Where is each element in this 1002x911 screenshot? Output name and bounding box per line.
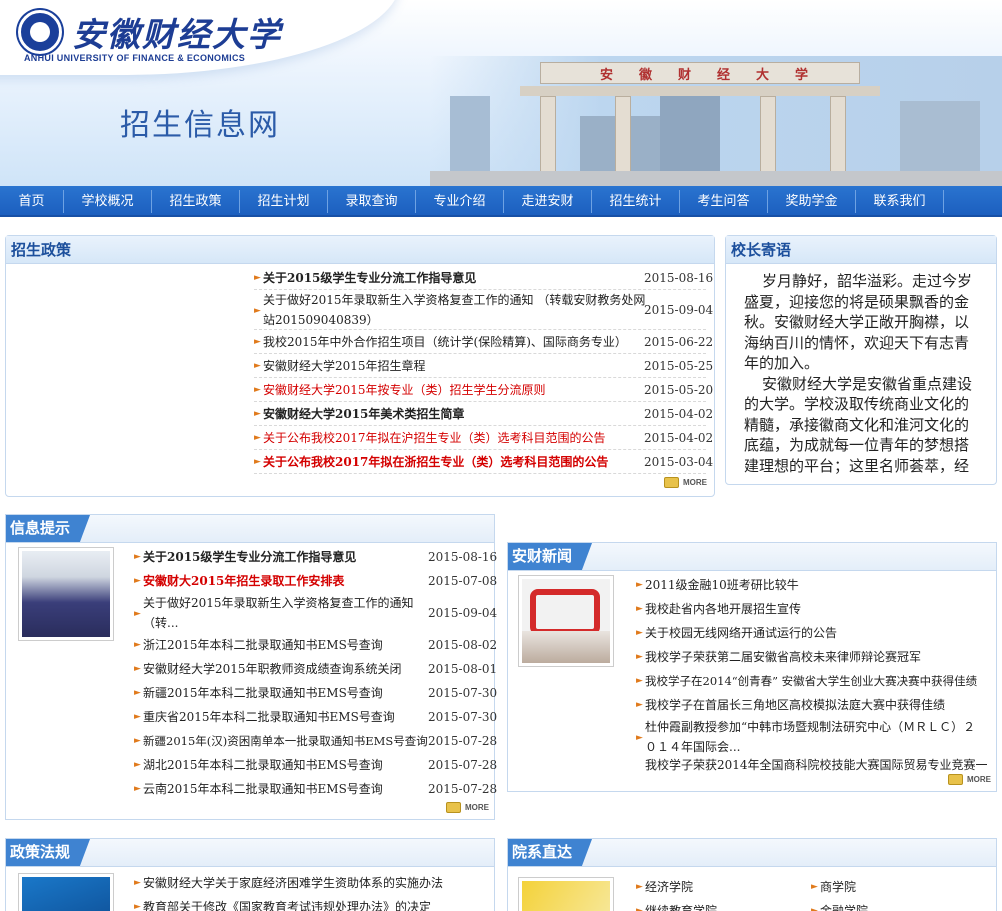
list-item[interactable]: ► 我校学子在2014“创青春” 安徽省大学生创业大赛决赛中获得佳绩 [636,669,991,693]
list-item[interactable]: ► 关于做好2015年录取新生入学资格复查工作的通知 （转载安财教务处网 站2015… [254,290,713,330]
nav-item-about[interactable]: 学校概况 [64,186,151,217]
list-item[interactable]: ► 关于做好2015年录取新生入学资格复查工作的通知 （转... 2015-09-04 [134,593,497,633]
nav-item-majors[interactable]: 专业介绍 [416,186,503,217]
list-item[interactable]: ► 关于公布我校2017年拟在浙招生专业（类）选考科目范围的公告 2015-03-0… [254,450,713,474]
panel-title: 校长寄语 [726,236,996,264]
panel-departments: 院系直达 ► 经济学院 ► 商学院 ► 继续教育学院 ► 金融学院 [507,838,997,911]
list-item[interactable]: ► 我校学子荣获第二届安徽省高校未来律师辩论赛冠军 [636,645,991,669]
nav-item-qa[interactable]: 考生问答 [680,186,767,217]
list-item[interactable]: ► 我校学子在首届长三角地区高校模拟法庭大赛中获得佳绩 [636,693,991,717]
list-item[interactable]: ► 教育部关于修改《国家教育考试违规处理办法》的决定 [134,895,486,911]
panel-title: 院系直达 [508,839,996,867]
list-item[interactable]: ► 关于2015级学生专业分流工作指导意见 2015-08-16 [254,266,713,290]
folder-icon [446,802,461,813]
logo-chinese[interactable]: 安徽财经大学 [72,8,282,56]
campus-gate-image: 安徽财经大学 [430,56,1002,186]
nav-item-statistics[interactable]: 招生统计 [592,186,679,217]
list-item[interactable]: ► 杜仲霞副教授参加“中韩市场暨规制法研究中心（ＭＲＬＣ）２ ０１４年国际会... [636,717,991,757]
list-item[interactable]: ► 新疆2015年本科二批录取通知书EMS号查询 2015-07-30 [134,681,497,705]
nav-item-plan[interactable]: 招生计划 [240,186,327,217]
list-item[interactable]: ► 经济学院 [636,875,806,899]
panel-president-message: 校长寄语 岁月静好，韶华溢彩。走过今岁 盛夏，迎接您的将是硕果飘香的金 秋。安徽… [725,235,997,485]
nav-item-policy[interactable]: 招生政策 [152,186,239,217]
panel-info: 信息提示 ► 关于2015级学生专业分流工作指导意见 2015-08-16 ► 安徽财… [5,514,497,820]
president-message-text: 岁月静好，韶华溢彩。走过今岁 盛夏，迎接您的将是硕果飘香的金 秋。安徽财经大学正… [744,272,973,475]
nav-item-admission-query[interactable]: 录取查询 [328,186,415,217]
main-nav: 首页 学校概况 招生政策 招生计划 录取查询 专业介绍 走进安财 招生统计 考生… [0,186,1002,217]
news-photo[interactable] [518,575,614,667]
list-item[interactable]: ► 安徽财经大学关于家庭经济困难学生资助体系的实施办法 [134,871,486,895]
more-link[interactable]: MORE [664,477,710,489]
list-item[interactable]: ► 我校2015年中外合作招生项目（统计学(保险精算)、国际商务专业） 2015-0… [254,330,713,354]
list-item[interactable]: ► 安徽财经大学2015年职教师资成绩查询系统关闭 2015-08-01 [134,657,497,681]
list-item[interactable]: ► 安徽财大2015年招生录取工作安排表 2015-07-08 [134,569,497,593]
list-item[interactable]: ► 湖北2015年本科二批录取通知书EMS号查询 2015-07-28 [134,753,497,777]
more-link[interactable]: MORE [948,774,994,786]
site-title: 招生信息网 [120,108,280,143]
folder-icon [664,477,679,488]
list-item[interactable]: ► 安徽财经大学2015年按专业（类）招生学生分流原则 2015-05-20 [254,378,713,402]
panel-regulations: 政策法规 ► 安徽财经大学关于家庭经济困难学生资助体系的实施办法 ► 教育部关于修改… [5,838,495,911]
more-link[interactable]: MORE [446,802,492,814]
list-item[interactable]: ► 金融学院 [811,899,981,911]
university-seal-icon[interactable] [18,10,62,54]
list-item[interactable]: ► 关于公布我校2017年拟在沪招生专业（类）选考科目范围的公告 2015-04-0… [254,426,713,450]
list-item[interactable]: ► 继续教育学院 [636,899,806,911]
list-item[interactable]: ► 新疆2015年(汉)资困南单本一批录取通知书EMS号查询 2015-07-28 [134,729,497,753]
nav-item-home[interactable]: 首页 [0,186,63,217]
list-item[interactable]: ► 云南2015年本科二批录取通知书EMS号查询 2015-07-28 [134,777,497,801]
page: 安徽财经大学 ANHUI UNIVERSITY OF FINANCE & ECO… [0,0,1002,911]
departments-photo[interactable] [518,877,614,911]
panel-title: 政策法规 [6,839,494,867]
nav-item-campus[interactable]: 走进安财 [504,186,591,217]
nav-item-contact[interactable]: 联系我们 [856,186,943,217]
list-item[interactable]: ► 关于2015级学生专业分流工作指导意见 2015-08-16 [134,545,497,569]
panel-news: 安财新闻 ► 2011级金融10班考研比较牛 ► 我校赴省内各地开展招生宣传 ► 关于… [507,542,997,792]
list-item[interactable]: ► 安徽财经大学2015年美术类招生简章 2015-04-02 [254,402,713,426]
panel-admission-policy: 招生政策 ► 关于2015级学生专业分流工作指导意见 2015-08-16 ► 关于做… [5,235,715,497]
list-item[interactable]: ► 重庆省2015年本科二批录取通知书EMS号查询 2015-07-30 [134,705,497,729]
panel-title: 信息提示 [6,515,494,543]
gate-inscription: 安徽财经大学 [600,68,835,83]
list-item[interactable]: ► 2011级金融10班考研比较牛 [636,573,991,597]
list-item[interactable]: ► 浙江2015年本科二批录取通知书EMS号查询 2015-08-02 [134,633,497,657]
list-item[interactable]: ► 关于校园无线网络开通试运行的公告 [636,621,991,645]
folder-icon [948,774,963,785]
panel-title: 招生政策 [6,236,714,264]
graduation-photo[interactable] [18,547,114,641]
list-item[interactable]: ► 商学院 [811,875,981,899]
list-item[interactable]: ► 我校赴省内各地开展招生宣传 [636,597,991,621]
list-item[interactable]: 我校学子荣获2014年全国商科院校技能大赛国际贸易专业竞赛一 [636,755,991,775]
nav-item-scholarship[interactable]: 奖助学金 [768,186,855,217]
regulations-photo[interactable] [18,873,114,911]
header-banner: 安徽财经大学 ANHUI UNIVERSITY OF FINANCE & ECO… [0,0,1002,186]
panel-title: 安财新闻 [508,543,996,571]
logo-english[interactable]: ANHUI UNIVERSITY OF FINANCE & ECONOMICS [24,53,245,63]
list-item[interactable]: ► 安徽财经大学2015年招生章程 2015-05-25 [254,354,713,378]
